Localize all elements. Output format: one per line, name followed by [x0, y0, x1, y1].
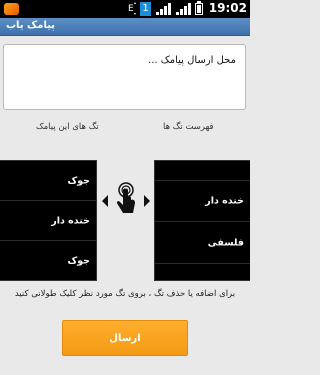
status-bar: E 1 19:02	[0, 0, 250, 18]
notification-badge: 1	[140, 2, 151, 16]
send-button[interactable]: ارسال	[62, 320, 188, 356]
list-item[interactable]: جوک	[0, 241, 96, 281]
list-item[interactable]	[155, 264, 250, 282]
arrow-right-icon	[144, 195, 150, 207]
arrow-left-icon	[102, 195, 108, 207]
tap-hand-icon	[116, 182, 135, 213]
app-notification-icon	[4, 3, 19, 15]
message-tags-list: جوک خنده دار جوک	[0, 160, 97, 281]
hint-text: برای اضافه یا حذف تگ ، بروی تگ مورد نظر …	[14, 289, 236, 299]
message-input[interactable]: محل ارسال پیامک ...	[3, 44, 246, 110]
list-item-label: جوک	[67, 255, 90, 267]
list-item[interactable]: خنده دار	[155, 181, 250, 222]
battery-icon	[195, 1, 203, 15]
list-item[interactable]	[155, 161, 250, 181]
list-item-label: خنده دار	[205, 195, 244, 207]
sim-icon: E	[128, 2, 136, 15]
svg-text:E: E	[128, 4, 134, 14]
list-item-label: فلسفی	[207, 237, 244, 248]
title-bar: پیامک یاب	[0, 18, 250, 36]
list-item-label: جوک	[67, 175, 90, 186]
list-item[interactable]: جوک	[0, 161, 96, 201]
tag-list: خنده دار فلسفی	[154, 160, 250, 281]
signal-icon	[156, 3, 171, 15]
list-item[interactable]: فلسفی	[155, 222, 250, 264]
list-item-label: خنده دار	[51, 215, 90, 226]
signal-icon-2	[176, 3, 191, 15]
message-tags-label: تگ های این پیامک	[36, 122, 99, 132]
list-item[interactable]: خنده دار	[0, 201, 96, 241]
status-time: 19:02	[208, 1, 247, 15]
message-placeholder: محل ارسال پیامک ...	[148, 55, 236, 66]
tag-list-label: فهرست تگ ها	[163, 122, 214, 132]
app-title: پیامک یاب	[6, 20, 56, 31]
